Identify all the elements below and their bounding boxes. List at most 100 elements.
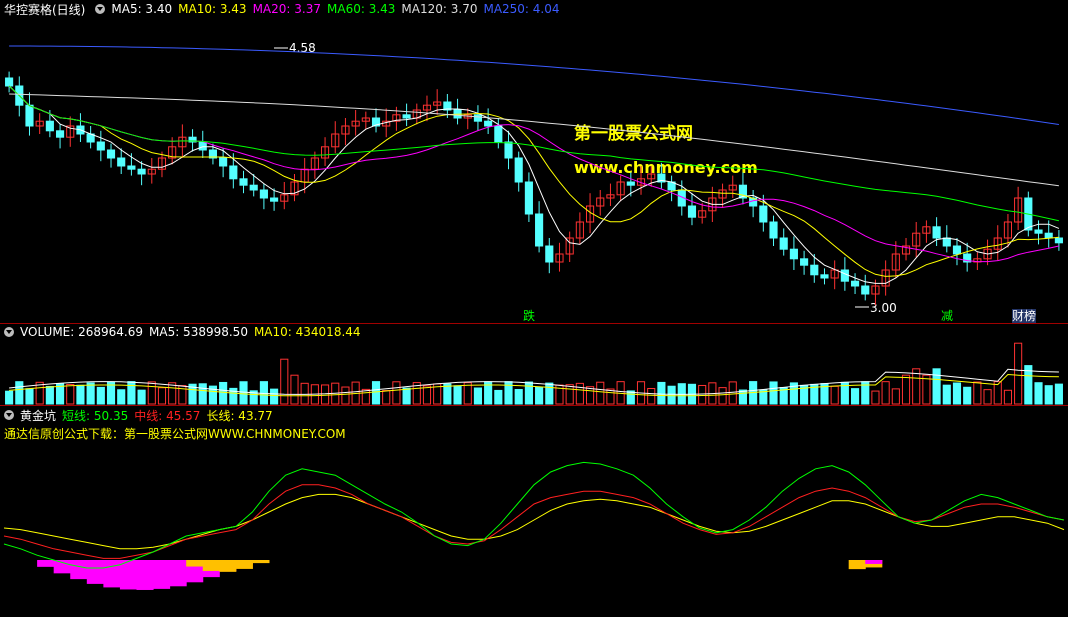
volume-bar — [382, 390, 391, 405]
candle-body — [106, 149, 116, 159]
volume-bar — [585, 386, 595, 405]
volume-bar — [422, 385, 432, 405]
candle-body — [800, 258, 809, 266]
volume-bar — [320, 384, 330, 405]
volume-bar — [168, 382, 177, 405]
candle-body — [198, 141, 207, 151]
volume-bar — [5, 390, 14, 405]
volume-bar — [963, 386, 972, 405]
volume-bar — [147, 381, 156, 405]
volume-bar — [850, 388, 860, 405]
short-line — [3, 461, 1065, 569]
volume-bar — [453, 385, 462, 405]
gold-pit-magenta — [119, 560, 137, 590]
gold-pit-magenta — [103, 560, 121, 588]
candle-body — [484, 120, 493, 127]
volume-bar — [219, 381, 228, 405]
candle-body — [229, 165, 238, 180]
volume-bar — [443, 383, 452, 405]
candle-body — [1044, 232, 1053, 239]
volume-bar — [973, 381, 982, 405]
gold-pit-magenta — [86, 560, 104, 584]
candle-body — [55, 130, 65, 138]
volume-bar — [647, 387, 656, 405]
volume-bar — [1044, 385, 1053, 405]
volume-bar — [718, 387, 727, 405]
volume-bar — [137, 389, 146, 405]
volume-bar — [545, 382, 554, 405]
candle-body — [504, 141, 513, 159]
volume-bar — [667, 385, 676, 405]
volume-bar — [1054, 383, 1063, 405]
ma250-line — [9, 45, 1059, 125]
volume-bar — [657, 381, 666, 405]
volume-bar — [942, 384, 951, 405]
ma10-line — [8, 85, 1059, 277]
volume-bar — [300, 382, 309, 405]
candle-body — [219, 157, 228, 167]
volume-ma10-line — [9, 373, 1059, 397]
candle-body — [840, 269, 849, 282]
candle-body — [1054, 237, 1063, 244]
candle-body — [494, 125, 503, 143]
volume-bar — [1014, 342, 1023, 405]
long-line — [3, 493, 1065, 550]
volume-bar — [290, 374, 299, 405]
volume-bar — [494, 389, 503, 405]
volume-bar — [575, 382, 584, 405]
volume-bar — [677, 383, 686, 405]
candle-body — [861, 285, 870, 295]
volume-bar — [86, 382, 95, 405]
candle-body — [270, 197, 279, 202]
gold-pit-gold — [848, 560, 866, 570]
gold-pit-gold — [202, 560, 220, 571]
gold-pit-gold — [252, 560, 270, 564]
volume-bar — [565, 384, 574, 405]
candle-body — [850, 280, 860, 287]
ma5-line — [8, 85, 1060, 284]
volume-bar — [1034, 382, 1043, 405]
gold-pit-magenta — [153, 560, 171, 589]
candle-body — [249, 184, 258, 191]
volume-bar — [738, 389, 748, 405]
candle-body — [259, 189, 268, 199]
gold-pit-gold — [186, 560, 204, 567]
candle-body — [45, 120, 54, 132]
volume-bar — [96, 386, 105, 405]
candle-body — [402, 114, 411, 119]
candle-body — [820, 274, 829, 279]
candle-body — [96, 141, 105, 151]
volume-bar — [239, 381, 248, 405]
volume-bar — [341, 386, 350, 405]
volume-bar — [259, 381, 268, 405]
gold-pit-magenta — [169, 560, 187, 587]
candle-body — [137, 168, 146, 175]
ma120-line — [9, 93, 1059, 187]
candle-body — [942, 237, 951, 247]
volume-bar — [371, 381, 381, 405]
candle-body — [127, 165, 136, 170]
candle-body — [514, 157, 523, 183]
candle-body — [473, 114, 483, 122]
volume-bar — [535, 386, 544, 405]
volume-bar — [270, 388, 279, 405]
volume-bar — [361, 388, 370, 405]
candle-body — [117, 157, 126, 167]
volume-bar — [66, 383, 75, 405]
candle-body — [25, 104, 34, 127]
gold-pit-magenta — [37, 560, 55, 567]
candle-body — [535, 213, 544, 247]
ma20-line — [8, 85, 1060, 263]
volume-bar — [198, 383, 207, 405]
gold-pit-magenta — [136, 560, 154, 590]
volume-bar — [524, 381, 533, 405]
volume-bar — [901, 374, 911, 405]
volume-bar — [891, 388, 900, 405]
volume-bar — [769, 381, 778, 405]
volume-bar — [922, 374, 931, 405]
volume-bar — [45, 385, 54, 405]
candle-body — [810, 264, 819, 276]
candle-body — [524, 181, 533, 215]
chart-canvas[interactable] — [0, 0, 1068, 617]
volume-bar — [698, 384, 707, 405]
